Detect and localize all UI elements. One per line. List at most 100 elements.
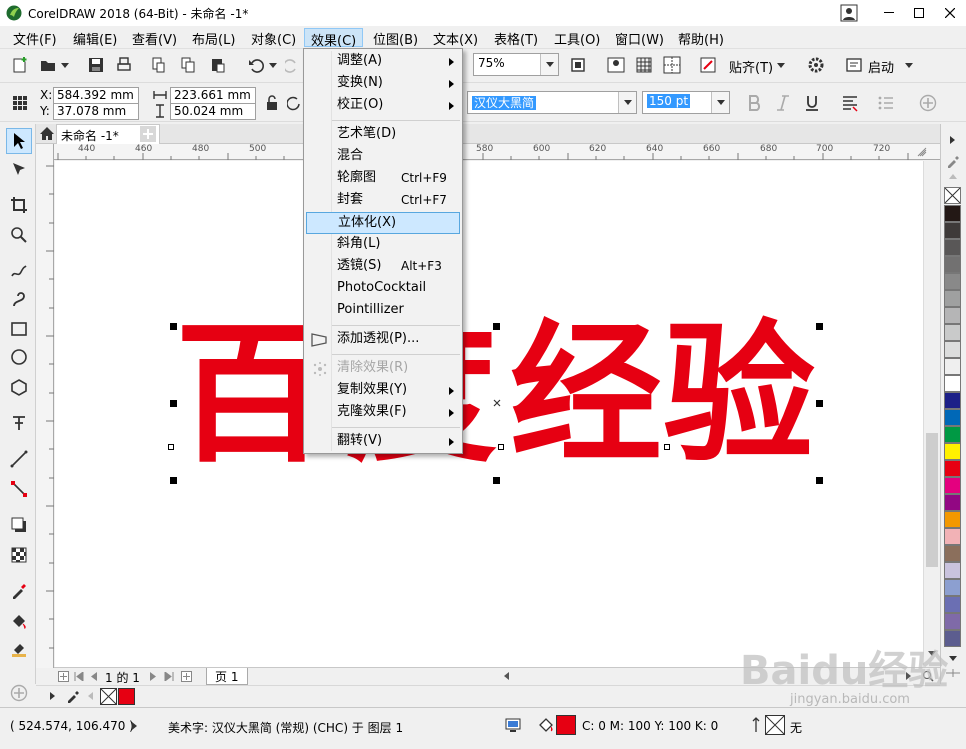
palette-menu-icon[interactable] <box>950 136 955 144</box>
crop-tool-icon[interactable] <box>6 192 32 218</box>
launch-icon[interactable] <box>842 53 866 77</box>
snap-to-label[interactable]: 贴齐(T) <box>729 57 773 76</box>
red-color-swatch[interactable] <box>118 688 135 705</box>
zoom-level-combo[interactable]: 75% <box>473 53 559 76</box>
text-align-icon[interactable] <box>838 91 862 115</box>
freehand-tool-icon[interactable] <box>6 258 32 284</box>
redo-icon[interactable] <box>284 53 300 77</box>
open-folder-icon[interactable] <box>36 53 60 77</box>
copy-icon[interactable] <box>176 53 200 77</box>
menu-tools[interactable]: 工具(O) <box>548 28 606 48</box>
bullet-list-icon[interactable] <box>874 91 898 115</box>
color-swatch[interactable] <box>944 409 961 426</box>
menu-table[interactable]: 表格(T) <box>488 28 544 48</box>
no-color-swatch[interactable] <box>100 688 117 705</box>
menu-item-clone-effect[interactable]: 克隆效果(F) <box>306 402 460 424</box>
scroll-left-icon[interactable] <box>504 672 509 680</box>
transparency-tool-icon[interactable] <box>6 542 32 568</box>
undo-icon[interactable] <box>244 53 268 77</box>
new-tab-icon[interactable] <box>140 126 156 142</box>
font-family-combo[interactable]: 汉仪大黑简 <box>467 91 637 114</box>
selection-handle[interactable] <box>170 400 177 407</box>
color-swatch[interactable] <box>944 613 961 630</box>
undo-dropdown-icon[interactable] <box>266 53 280 77</box>
y-position-field[interactable]: 37.078 mm <box>53 103 139 120</box>
paste-icon[interactable] <box>206 53 230 77</box>
home-icon[interactable] <box>39 126 55 141</box>
add-page-icon[interactable] <box>58 671 69 682</box>
menu-item-flip[interactable]: 翻转(V) <box>306 431 460 453</box>
minimize-button[interactable] <box>874 0 904 26</box>
color-swatch[interactable] <box>944 426 961 443</box>
menu-item-blend[interactable]: 混合 <box>306 146 460 168</box>
text-tool-icon[interactable] <box>6 410 32 436</box>
menu-item-contour[interactable]: 轮廓图 Ctrl+F9 <box>306 168 460 190</box>
show-guidelines-icon[interactable] <box>660 53 684 77</box>
menu-window[interactable]: 窗口(W) <box>609 28 670 48</box>
color-swatch[interactable] <box>944 460 961 477</box>
vertical-scrollbar[interactable] <box>923 161 940 667</box>
bold-icon[interactable] <box>743 91 767 115</box>
color-swatch[interactable] <box>944 239 961 256</box>
menu-item-add-perspective[interactable]: 添加透视(P)... <box>306 329 460 351</box>
zoom-to-page-icon[interactable] <box>566 53 590 77</box>
color-swatch[interactable] <box>944 324 961 341</box>
ellipse-tool-icon[interactable] <box>6 344 32 370</box>
color-swatch[interactable] <box>944 494 961 511</box>
color-swatch[interactable] <box>944 443 961 460</box>
selection-handle[interactable] <box>816 323 823 330</box>
rotate-icon[interactable] <box>286 91 302 115</box>
menu-view[interactable]: 查看(V) <box>126 28 183 48</box>
interactive-fill-icon[interactable] <box>6 608 32 634</box>
menu-item-artistic-media[interactable]: 艺术笔(D) <box>306 124 460 146</box>
full-screen-preview-icon[interactable] <box>604 53 628 77</box>
color-swatch[interactable] <box>944 528 961 545</box>
menu-file[interactable]: 文件(F) <box>7 28 63 48</box>
dimension-tool-icon[interactable] <box>6 446 32 472</box>
selection-handle[interactable] <box>816 400 823 407</box>
menu-effects[interactable]: 效果(C) <box>304 28 364 49</box>
open-dropdown-icon[interactable] <box>58 53 72 77</box>
cut-icon[interactable] <box>146 53 170 77</box>
color-swatch[interactable] <box>944 290 961 307</box>
underline-icon[interactable] <box>800 91 824 115</box>
menu-item-lens[interactable]: 透镜(S) Alt+F3 <box>306 256 460 278</box>
eyedropper-icon[interactable] <box>66 689 80 703</box>
add-tool-icon[interactable] <box>6 680 32 706</box>
selection-handle[interactable] <box>170 323 177 330</box>
menu-item-bevel[interactable]: 斜角(L) <box>306 234 460 256</box>
color-swatch[interactable] <box>944 596 961 613</box>
chevron-down-icon[interactable] <box>711 92 729 113</box>
color-swatch[interactable] <box>944 341 961 358</box>
show-grid-icon[interactable] <box>632 53 656 77</box>
menu-item-copy-effect[interactable]: 复制效果(Y) <box>306 380 460 402</box>
menu-item-adjust[interactable]: 调整(A) <box>306 51 460 73</box>
zoom-tool-icon[interactable] <box>6 222 32 248</box>
print-icon[interactable] <box>112 53 136 77</box>
font-size-combo[interactable]: 150 pt <box>642 91 730 114</box>
scroll-thumb[interactable] <box>926 433 938 567</box>
polygon-tool-icon[interactable] <box>6 374 32 400</box>
color-swatch[interactable] <box>944 477 961 494</box>
color-swatch[interactable] <box>944 222 961 239</box>
palette-left-icon[interactable] <box>88 692 93 700</box>
next-page-icon[interactable] <box>150 672 157 681</box>
color-swatch[interactable] <box>944 273 961 290</box>
previous-page-icon[interactable] <box>90 672 97 681</box>
connector-tool-icon[interactable] <box>6 476 32 502</box>
color-swatch[interactable] <box>944 511 961 528</box>
menu-object[interactable]: 对象(C) <box>245 28 302 48</box>
launch-label[interactable]: 启动 <box>868 57 894 76</box>
height-field[interactable]: 50.024 mm <box>170 103 256 120</box>
color-swatch[interactable] <box>944 375 961 392</box>
add-page-after-icon[interactable] <box>181 671 192 682</box>
object-origin-icon[interactable] <box>8 91 32 115</box>
fill-color-swatch[interactable] <box>556 715 576 735</box>
add-icon[interactable] <box>916 91 940 115</box>
rectangle-tool-icon[interactable] <box>6 316 32 342</box>
width-field[interactable]: 223.661 mm <box>170 87 256 104</box>
canvas-text-char[interactable]: 验 <box>663 319 819 471</box>
new-document-icon[interactable] <box>8 53 32 77</box>
color-proof-icon[interactable] <box>505 717 521 733</box>
color-swatch[interactable] <box>944 307 961 324</box>
